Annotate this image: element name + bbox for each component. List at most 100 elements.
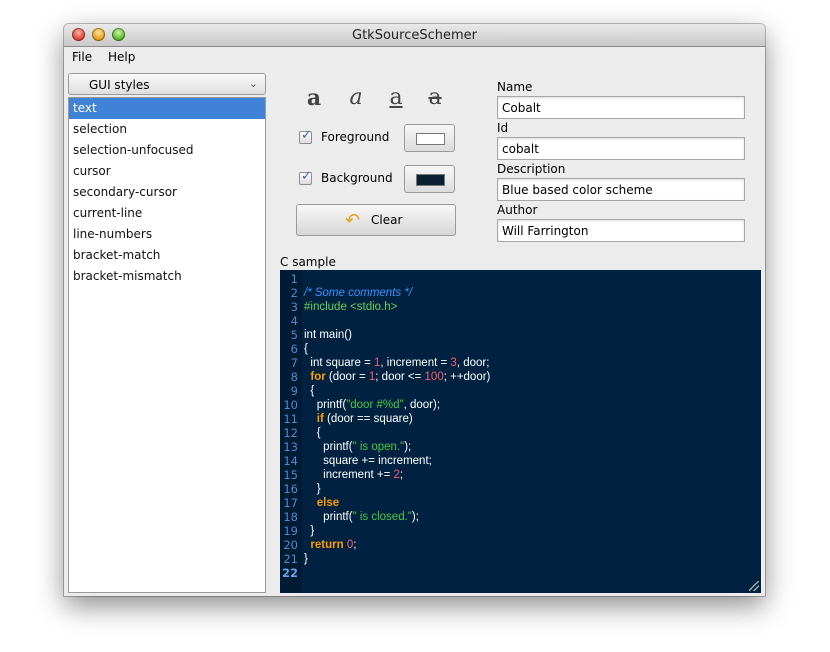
code-token: if: [304, 413, 324, 425]
code-token: else: [304, 497, 340, 509]
code-token: " is closed.": [352, 511, 412, 523]
line-number: 17: [283, 496, 298, 510]
styles-combo[interactable]: GUI styles ⌄: [68, 73, 266, 95]
author-label: Author: [497, 203, 538, 217]
line-number: 6: [290, 342, 298, 356]
checkmark-icon: ✓: [301, 169, 312, 184]
line-number: 7: [290, 356, 298, 370]
code-token: int square =: [304, 357, 374, 369]
foreground-swatch: [416, 133, 445, 145]
code-line: int square = 1, increment = 3, door;: [304, 356, 489, 370]
styles-combo-label: GUI styles: [89, 78, 150, 92]
code-token: , door);: [403, 399, 441, 411]
line-number: 14: [283, 454, 298, 468]
window-title: GtkSourceSchemer: [352, 28, 477, 43]
style-list-item[interactable]: selection-unfocused: [69, 140, 265, 161]
code-token: , door;: [456, 357, 490, 369]
code-token: /* Some comments */: [304, 287, 413, 299]
code-line: int main(): [304, 328, 352, 342]
menu-help[interactable]: Help: [108, 50, 135, 64]
code-token: {: [304, 343, 308, 355]
name-label: Name: [497, 80, 533, 94]
foreground-color-button[interactable]: [404, 124, 455, 152]
menu-file[interactable]: File: [72, 50, 92, 64]
description-label: Description: [497, 162, 566, 176]
app-window: GtkSourceSchemer File Help GUI styles ⌄ …: [64, 24, 765, 596]
foreground-checkbox[interactable]: ✓: [299, 128, 312, 144]
code-token: {: [304, 385, 315, 397]
code-line: {: [304, 426, 321, 440]
line-number: 5: [290, 328, 298, 342]
code-token: (door =: [325, 371, 369, 383]
code-line: printf(" is closed.");: [304, 510, 419, 524]
italic-icon[interactable]: a: [344, 86, 368, 110]
code-token: (door == square): [323, 413, 413, 425]
code-token: square += increment;: [304, 455, 432, 467]
code-line: printf("door #%d", door);: [304, 398, 440, 412]
style-list-item[interactable]: bracket-mismatch: [69, 266, 265, 287]
style-list-item[interactable]: text: [69, 98, 265, 119]
code-token: );: [404, 441, 412, 453]
style-list-item[interactable]: current-line: [69, 203, 265, 224]
underline-icon[interactable]: a: [384, 86, 408, 110]
code-line: square += increment;: [304, 454, 432, 468]
code-line: #include <stdio.h>: [304, 300, 397, 314]
line-number: 15: [283, 468, 298, 482]
style-list-item[interactable]: bracket-match: [69, 245, 265, 266]
code-token: for: [304, 371, 326, 383]
code-token: }: [304, 483, 321, 495]
line-number: 22: [281, 566, 298, 580]
style-list-item[interactable]: cursor: [69, 161, 265, 182]
checkmark-icon: ✓: [301, 128, 312, 143]
code-line: increment += 2;: [304, 468, 403, 482]
background-color-button[interactable]: [404, 165, 455, 193]
line-number: 2: [290, 286, 298, 300]
title-bar[interactable]: GtkSourceSchemer: [64, 24, 765, 47]
code-line: }: [304, 552, 308, 566]
bold-icon[interactable]: a: [302, 86, 326, 110]
code-token: "door #%d": [346, 399, 404, 411]
style-list-item[interactable]: secondary-cursor: [69, 182, 265, 203]
line-number: 16: [283, 482, 298, 496]
author-field[interactable]: [497, 219, 745, 242]
line-number: 12: [283, 426, 298, 440]
code-token: }: [304, 525, 315, 537]
menu-bar: File Help: [64, 47, 765, 67]
code-token: , increment =: [380, 357, 451, 369]
line-number: 10: [283, 398, 298, 412]
line-number: 13: [283, 440, 298, 454]
code-token: printf(: [304, 511, 353, 523]
code-line: {: [304, 342, 308, 356]
style-list-item[interactable]: selection: [69, 119, 265, 140]
name-field[interactable]: [497, 96, 745, 119]
line-number: 18: [283, 510, 298, 524]
code-editor[interactable]: 1 2 /* Some comments */ 3 #include <stdio.h>…: [280, 270, 761, 593]
line-number: 3: [290, 300, 298, 314]
code-token: printf(: [304, 441, 353, 453]
background-checkbox[interactable]: ✓: [299, 169, 312, 185]
line-number: 8: [290, 370, 298, 384]
code-token: int main(): [304, 329, 352, 341]
code-token: ; ++door): [443, 371, 491, 383]
strikethrough-icon[interactable]: a: [423, 86, 447, 110]
resize-grip-icon[interactable]: [749, 581, 759, 591]
foreground-label: Foreground: [321, 130, 390, 144]
code-line: else: [304, 496, 339, 510]
line-number: 21: [283, 552, 298, 566]
code-token: #include <stdio.h>: [304, 301, 398, 313]
id-field[interactable]: [497, 137, 745, 160]
code-token: " is open.": [352, 441, 405, 453]
clear-button-label: Clear: [371, 213, 403, 227]
line-number: 4: [290, 314, 298, 328]
undo-arrow-icon: ↶: [345, 210, 361, 231]
background-label: Background: [321, 171, 393, 185]
code-line: for (door = 1; door <= 100; ++door): [304, 370, 490, 384]
code-token: }: [304, 553, 308, 565]
code-line: return 0;: [304, 538, 356, 552]
code-token: {: [304, 427, 321, 439]
code-token: ;: [399, 469, 404, 481]
description-field[interactable]: [497, 178, 745, 201]
style-list-item[interactable]: line-numbers: [69, 224, 265, 245]
c-sample-label: C sample: [280, 255, 336, 269]
clear-button[interactable]: ↶ Clear: [296, 204, 456, 236]
